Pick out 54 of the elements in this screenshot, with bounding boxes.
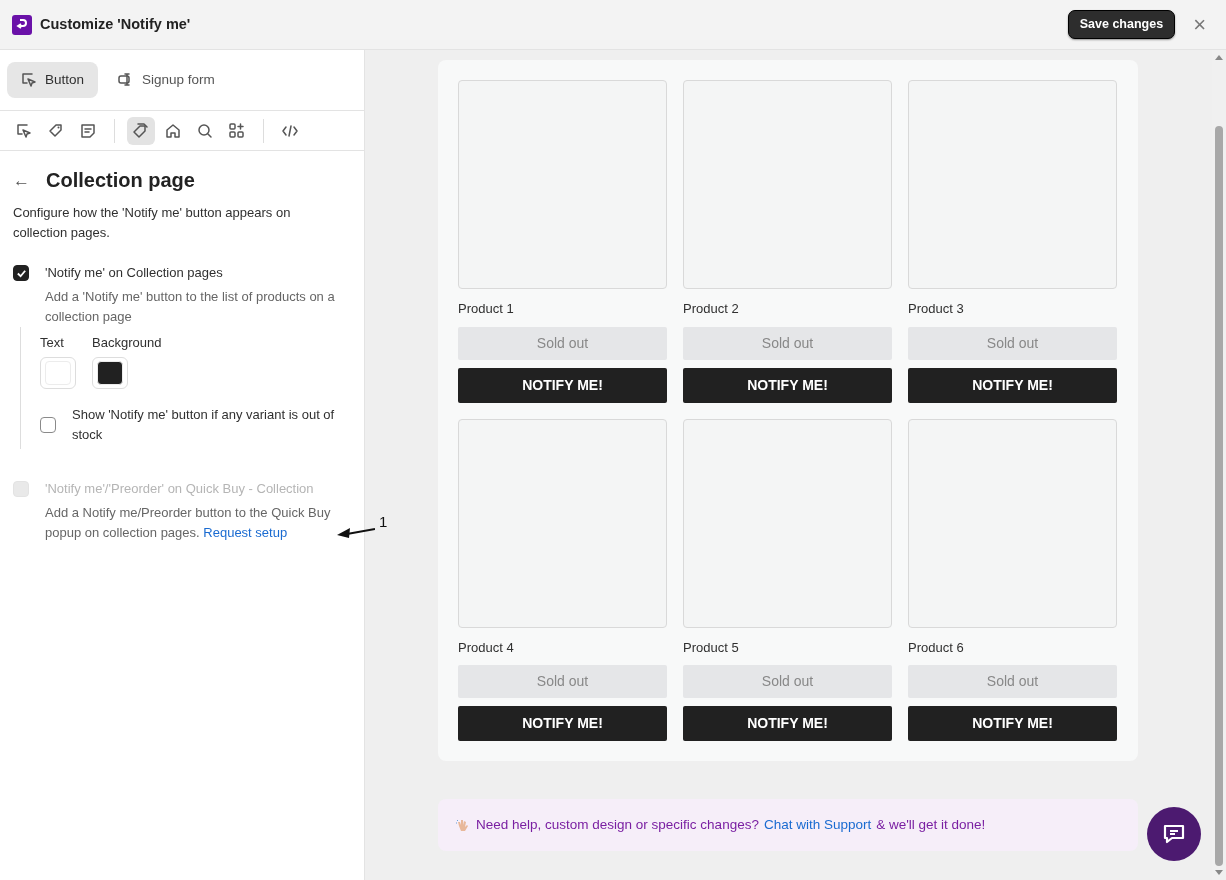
home-icon bbox=[165, 122, 181, 139]
product-name: Product 4 bbox=[458, 638, 515, 657]
tag-icon bbox=[48, 122, 64, 139]
section-title: Collection page bbox=[46, 168, 195, 194]
window-title: Customize 'Notify me' bbox=[40, 14, 191, 34]
option-help: Add a Notify me/Preorder button to the Quick Buy popup on collection pages. Request setup bbox=[45, 503, 332, 542]
checkbox[interactable] bbox=[13, 265, 29, 282]
note-icon bbox=[80, 122, 96, 139]
option-label: 'Notify me'/'Preorder' on Quick Buy - Collection bbox=[45, 479, 315, 498]
sold-out-label: Sold out bbox=[458, 326, 667, 360]
notify-button[interactable]: NOTIFY ME! bbox=[458, 367, 667, 403]
product-name: Product 1 bbox=[458, 300, 515, 318]
search-icon bbox=[197, 122, 213, 139]
close-button[interactable]: × bbox=[1191, 13, 1208, 36]
sold-out-label: Sold out bbox=[908, 326, 1117, 360]
notify-button[interactable]: NOTIFY ME! bbox=[908, 706, 1117, 741]
tags-icon bbox=[133, 122, 149, 139]
toolbar-button[interactable] bbox=[127, 116, 155, 145]
section-description: Configure how the 'Notify me' button appears on collection pages. bbox=[13, 204, 292, 243]
option-label: Show 'Notify me' button if any variant is out of stock bbox=[72, 405, 336, 444]
tab[interactable]: Button bbox=[7, 62, 99, 99]
cursor-icon bbox=[21, 72, 37, 89]
cursor-icon bbox=[16, 122, 32, 139]
notify-button[interactable]: NOTIFY ME! bbox=[908, 367, 1117, 403]
tab[interactable]: Signup form bbox=[104, 62, 229, 99]
app-logo bbox=[12, 14, 32, 35]
sold-out-label: Sold out bbox=[458, 665, 667, 698]
notify-button[interactable]: NOTIFY ME! bbox=[683, 367, 892, 403]
back-button[interactable]: ← bbox=[13, 171, 30, 189]
annotation-label: 1 bbox=[379, 511, 388, 532]
help-text: & we'll get it done! bbox=[876, 815, 986, 834]
chat-button[interactable] bbox=[1147, 807, 1201, 861]
check-icon bbox=[15, 267, 27, 279]
help-text: Need help, custom design or specific changes? bbox=[476, 815, 759, 834]
checkbox[interactable] bbox=[40, 416, 56, 433]
product-name: Product 5 bbox=[683, 638, 740, 657]
option-help: Add a 'Notify me' button to the list of products on a collection page bbox=[45, 288, 336, 327]
product-name: Product 3 bbox=[908, 300, 965, 318]
color-label: Background bbox=[92, 334, 162, 353]
sold-out-label: Sold out bbox=[683, 326, 892, 360]
color-label: Text bbox=[40, 334, 65, 353]
option-label: 'Notify me' on Collection pages bbox=[45, 264, 224, 283]
apps-icon bbox=[229, 122, 245, 139]
notify-button[interactable]: NOTIFY ME! bbox=[458, 706, 667, 741]
product-name: Product 6 bbox=[908, 638, 965, 657]
annotation-arrow bbox=[337, 525, 375, 540]
waving-hand-icon bbox=[455, 817, 471, 833]
product-name: Product 2 bbox=[683, 300, 740, 318]
sold-out-label: Sold out bbox=[683, 665, 892, 698]
code-icon bbox=[282, 122, 298, 139]
save-button[interactable]: Save changes bbox=[1067, 10, 1176, 39]
chat-support-link[interactable]: Chat with Support bbox=[763, 814, 872, 836]
sold-out-label: Sold out bbox=[908, 665, 1117, 698]
notify-button[interactable]: NOTIFY ME! bbox=[683, 706, 892, 741]
